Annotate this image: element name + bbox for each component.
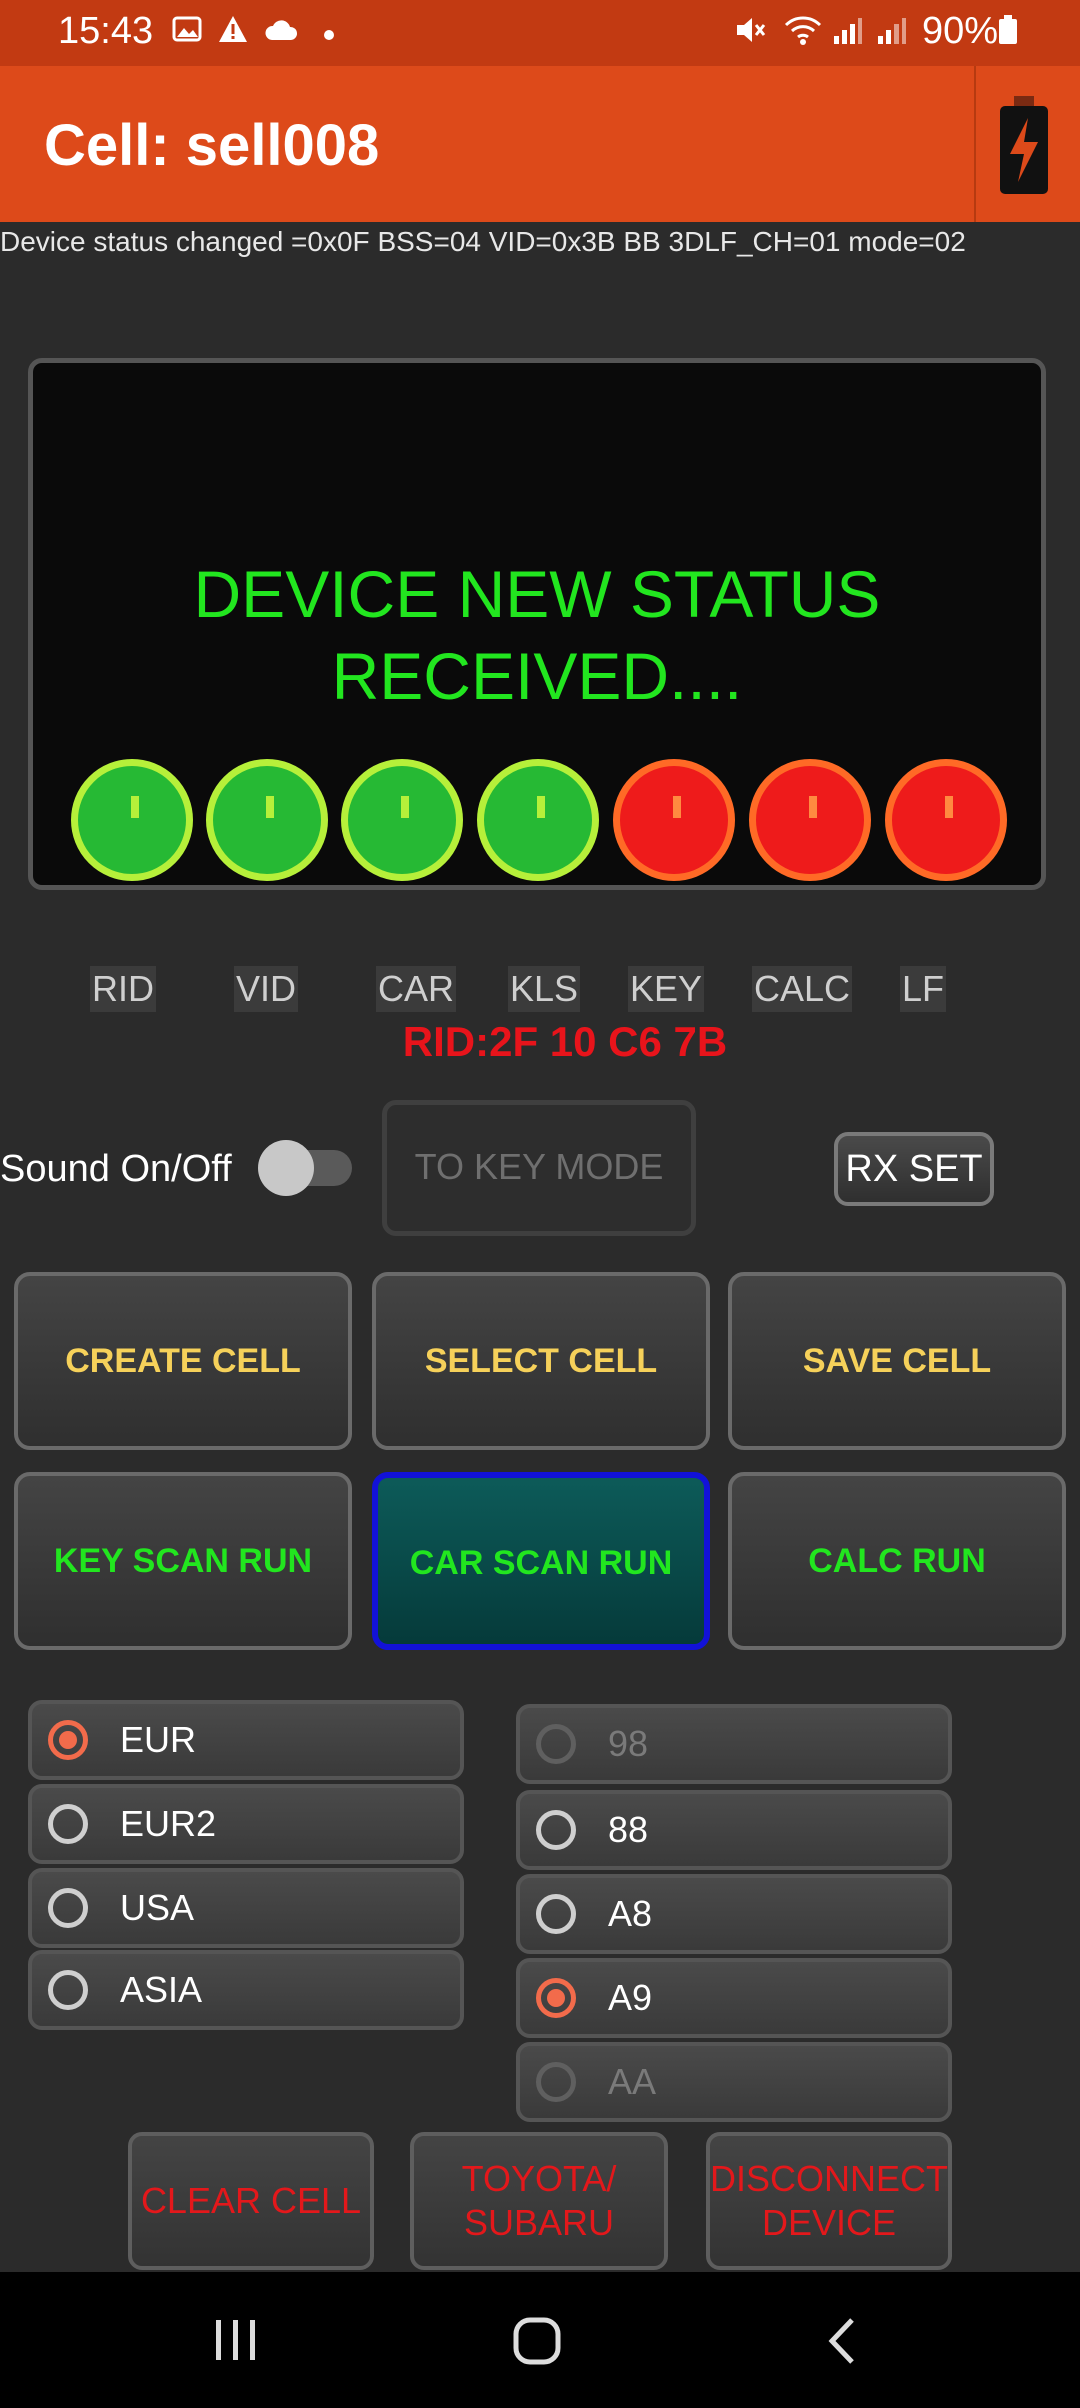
indicator-green bbox=[341, 759, 463, 881]
create-cell-button[interactable]: CREATE CELL bbox=[14, 1272, 352, 1450]
radio-circle-icon bbox=[48, 1804, 88, 1844]
indicator-tick bbox=[537, 796, 545, 818]
home-icon[interactable] bbox=[512, 2316, 564, 2366]
select-cell-button[interactable]: SELECT CELL bbox=[372, 1272, 710, 1450]
signal-icon bbox=[830, 14, 864, 48]
key-scan-run-button[interactable]: KEY SCAN RUN bbox=[14, 1472, 352, 1650]
code-radio-label: A9 bbox=[608, 1977, 653, 2018]
sound-label: Sound On/Off bbox=[0, 1148, 232, 1190]
code-radio[interactable]: 88 bbox=[516, 1790, 952, 1870]
app-bar-divider bbox=[974, 66, 976, 222]
app-bar: Cell: sell008 bbox=[0, 66, 1080, 222]
label-calc: CALC bbox=[752, 966, 853, 1012]
battery-icon bbox=[996, 14, 1020, 48]
region-radio-label: USA bbox=[120, 1887, 195, 1928]
region-radio-label: EUR bbox=[120, 1719, 197, 1760]
indicator-tick bbox=[131, 796, 139, 818]
save-cell-button[interactable]: SAVE CELL bbox=[728, 1272, 1066, 1450]
radio-circle-icon bbox=[48, 1888, 88, 1928]
label-kls: KLS bbox=[508, 966, 581, 1012]
toyota-subaru-label: TOYOTA/SUBARU bbox=[461, 2158, 617, 2243]
label-key: KEY bbox=[628, 966, 705, 1012]
indicator-red bbox=[749, 759, 871, 881]
radio-circle-icon bbox=[536, 1978, 576, 2018]
warning-icon bbox=[216, 14, 250, 48]
region-radio[interactable]: EUR2 bbox=[28, 1784, 464, 1864]
indicator-tick bbox=[673, 796, 681, 818]
dot-icon bbox=[312, 14, 346, 48]
image-icon bbox=[170, 14, 204, 48]
rx-set-button[interactable]: RX SET bbox=[834, 1132, 994, 1206]
label-lf: LF bbox=[900, 966, 947, 1012]
display-line-1: DEVICE NEW STATUS bbox=[193, 557, 881, 631]
indicator-green bbox=[477, 759, 599, 881]
indicator-tick bbox=[401, 796, 409, 818]
indicator-green bbox=[206, 759, 328, 881]
sound-toggle-knob[interactable] bbox=[258, 1140, 314, 1196]
code-radio-label: 88 bbox=[608, 1809, 649, 1850]
code-radio[interactable]: A8 bbox=[516, 1874, 952, 1954]
indicator-green bbox=[71, 759, 193, 881]
mute-icon bbox=[734, 14, 768, 48]
indicator-tick bbox=[809, 796, 817, 818]
code-radio-label: AA bbox=[608, 2061, 657, 2102]
back-icon[interactable] bbox=[822, 2316, 862, 2366]
code-radio[interactable]: A9 bbox=[516, 1958, 952, 2038]
clear-cell-button[interactable]: CLEAR CELL bbox=[128, 2132, 374, 2270]
indicator-red bbox=[613, 759, 735, 881]
radio-circle-icon bbox=[536, 1724, 576, 1764]
cloud-icon bbox=[264, 14, 298, 48]
calc-run-button[interactable]: CALC RUN bbox=[728, 1472, 1066, 1650]
indicator-red bbox=[885, 759, 1007, 881]
status-display: DEVICE NEW STATUS RECEIVED.... bbox=[28, 358, 1046, 890]
code-radio-label: A8 bbox=[608, 1893, 653, 1934]
wifi-icon bbox=[782, 14, 824, 48]
to-key-mode-button[interactable]: TO KEY MODE bbox=[382, 1100, 696, 1236]
region-radio[interactable]: USA bbox=[28, 1868, 464, 1948]
label-rid: RID bbox=[90, 966, 156, 1012]
status-time: 15:43 bbox=[58, 10, 154, 52]
code-radio-label: 98 bbox=[608, 1723, 649, 1764]
display-message: DEVICE NEW STATUS RECEIVED.... bbox=[33, 553, 1041, 717]
disconnect-device-button[interactable]: DISCONNECT DEVICE bbox=[706, 2132, 952, 2270]
radio-circle-icon bbox=[536, 2062, 576, 2102]
recent-apps-icon[interactable] bbox=[210, 2318, 262, 2362]
region-radio-label: EUR2 bbox=[120, 1803, 217, 1844]
toyota-subaru-button[interactable]: TOYOTA/SUBARU bbox=[410, 2132, 668, 2270]
radio-circle-icon bbox=[536, 1894, 576, 1934]
device-status-message: Device status changed =0x0F BSS=04 VID=0… bbox=[0, 226, 966, 257]
navigation-bar bbox=[0, 2272, 1080, 2408]
region-radio[interactable]: EUR bbox=[28, 1700, 464, 1780]
disconnect-device-label: DISCONNECT DEVICE bbox=[710, 2158, 949, 2243]
code-radio: AA bbox=[516, 2042, 952, 2122]
indicator-tick bbox=[945, 796, 953, 818]
battery-charging-icon[interactable] bbox=[994, 96, 1054, 196]
label-car: CAR bbox=[376, 966, 457, 1012]
indicator-tick bbox=[266, 796, 274, 818]
car-scan-run-button[interactable]: CAR SCAN RUN bbox=[372, 1472, 710, 1650]
code-radio: 98 bbox=[516, 1704, 952, 1784]
clear-cell-label: CLEAR CELL bbox=[140, 2180, 362, 2221]
rid-value: RID:2F 10 C6 7B bbox=[402, 1018, 728, 1065]
region-radio-label: ASIA bbox=[120, 1969, 203, 2010]
battery-percent: 90% bbox=[922, 10, 999, 52]
region-radio[interactable]: ASIA bbox=[28, 1950, 464, 2030]
radio-circle-icon bbox=[48, 1970, 88, 2010]
signal-icon bbox=[874, 14, 908, 48]
page-title: Cell: sell008 bbox=[44, 113, 380, 178]
radio-circle-icon bbox=[48, 1720, 88, 1760]
radio-circle-icon bbox=[536, 1810, 576, 1850]
display-line-2: RECEIVED.... bbox=[331, 639, 743, 713]
label-vid: VID bbox=[234, 966, 299, 1012]
status-bar: 15:43 90% bbox=[0, 0, 1080, 66]
